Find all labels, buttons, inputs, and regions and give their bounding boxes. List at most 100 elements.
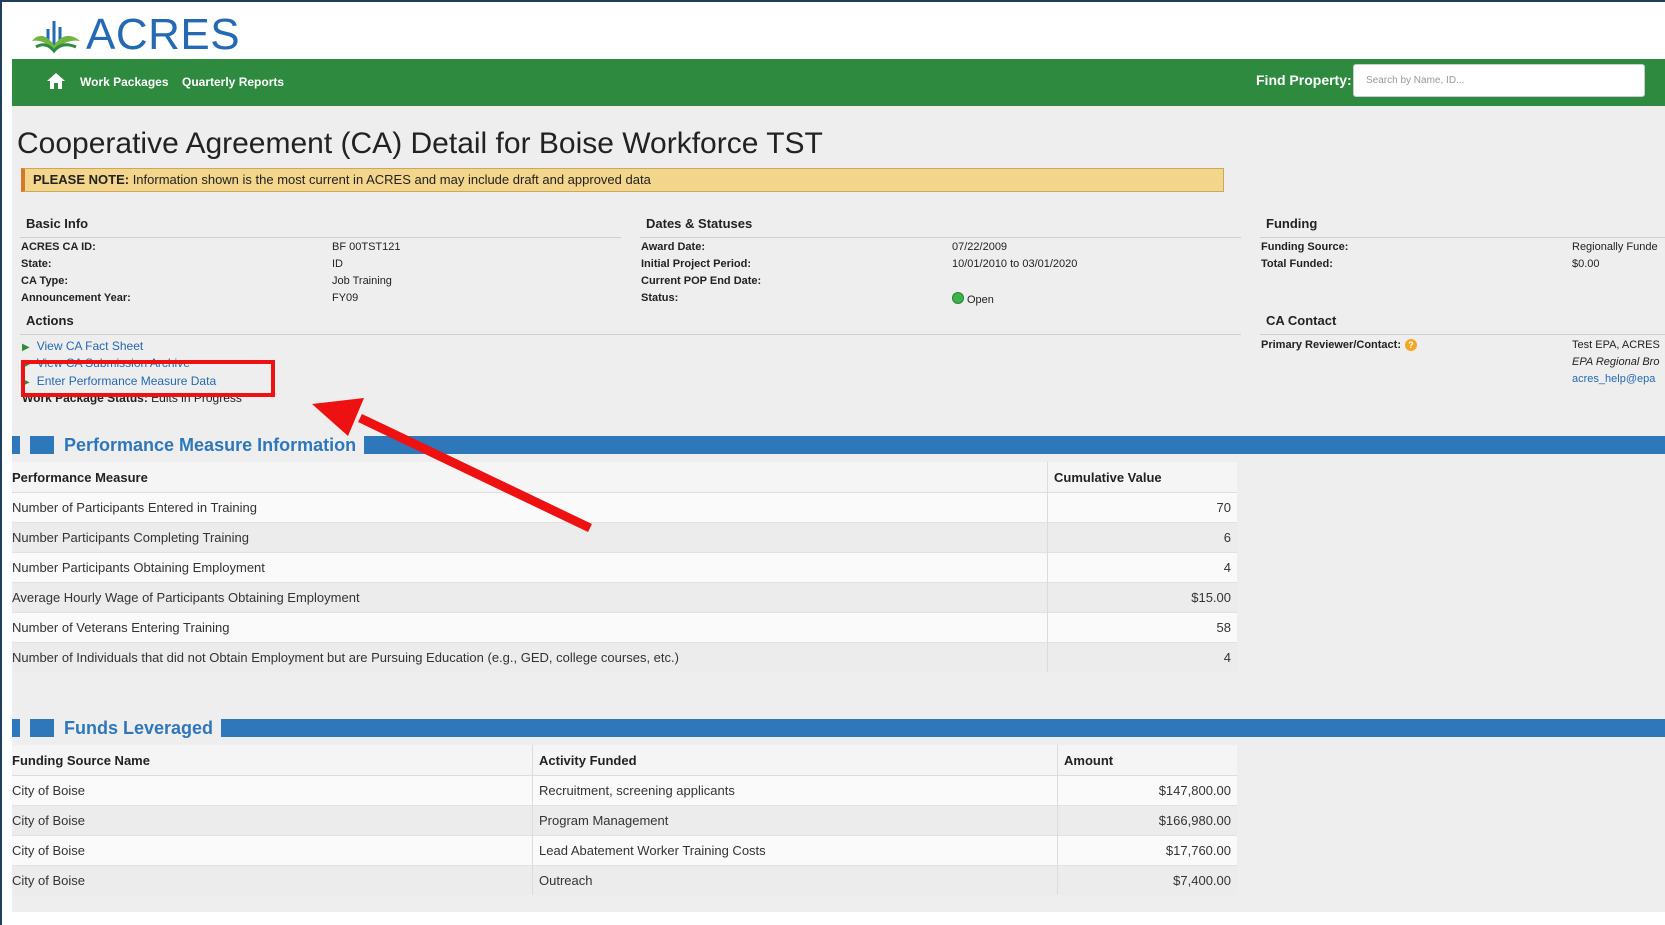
primary-reviewer-label: Primary Reviewer/Contact: <box>1261 339 1401 351</box>
notice-bold: PLEASE NOTE: <box>33 172 130 187</box>
value-status: Open <box>952 292 994 306</box>
basic-info-heading: Basic Info <box>20 216 621 238</box>
contact-name: Test EPA, ACRES <box>1572 339 1660 351</box>
contact-email-link[interactable]: acres_help@epa <box>1572 373 1655 385</box>
col-performance-measure[interactable]: Performance Measure <box>12 462 1048 493</box>
value-ca-type: Job Training <box>332 275 392 287</box>
performance-table-header: Performance Measure Cumulative Value <box>12 462 1237 493</box>
activity-cell: Program Management <box>532 805 1058 836</box>
label-status: Status: <box>641 292 679 304</box>
value-award-date: 07/22/2009 <box>952 241 1008 253</box>
notice-banner: PLEASE NOTE: Information shown is the mo… <box>21 168 1224 192</box>
triangle-bullet-icon: ▶ <box>22 342 30 353</box>
source-cell: City of Boise <box>12 775 533 806</box>
label-announcement-year: Announcement Year: <box>21 292 131 304</box>
table-row: City of Boise Lead Abatement Worker Train… <box>12 835 1237 866</box>
table-row: Average Hourly Wage of Participants Obta… <box>12 582 1237 613</box>
source-cell: City of Boise <box>12 805 533 836</box>
table-row: Number of Veterans Entering Training 58 <box>12 612 1237 643</box>
measure-cell: Number Participants Obtaining Employment <box>12 552 1048 583</box>
table-row: Number of Individuals that did not Obtai… <box>12 642 1237 672</box>
funds-table: Funding Source Name Activity Funded Amou… <box>12 745 1237 895</box>
table-row: City of Boise Outreach $7,400.00 <box>12 865 1237 895</box>
col-activity-funded[interactable]: Activity Funded <box>532 745 1058 776</box>
amount-cell: $17,760.00 <box>1057 835 1237 866</box>
source-cell: City of Boise <box>12 865 533 895</box>
funds-table-header: Funding Source Name Activity Funded Amou… <box>12 745 1237 776</box>
section-square-icon <box>30 436 54 454</box>
activity-cell: Recruitment, screening applicants <box>532 775 1058 806</box>
value-total-funded: $0.00 <box>1572 258 1600 270</box>
value-initial-project-period: 10/01/2010 to 03/01/2020 <box>952 258 1078 270</box>
label-total-funded: Total Funded: <box>1261 258 1333 270</box>
label-award-date: Award Date: <box>641 241 705 253</box>
label-initial-project-period: Initial Project Period: <box>641 258 752 270</box>
contact-org: EPA Regional Bro <box>1572 356 1660 368</box>
measure-cell: Average Hourly Wage of Participants Obta… <box>12 582 1048 613</box>
table-row: City of Boise Recruitment, screening appl… <box>12 775 1237 806</box>
label-primary-reviewer: Primary Reviewer/Contact:? <box>1261 339 1417 351</box>
label-ca-type: CA Type: <box>21 275 69 287</box>
status-open-icon <box>952 292 964 304</box>
funds-section-band <box>12 719 1665 737</box>
home-icon[interactable] <box>46 72 66 90</box>
page: ACRES Work Packages Quarterly Reports Fi… <box>12 2 1665 925</box>
measure-cell: Number of Individuals that did not Obtai… <box>12 642 1048 672</box>
funding-heading: Funding <box>1260 216 1665 238</box>
action-view-ca-fact-sheet[interactable]: ▶ View CA Fact Sheet <box>22 339 143 353</box>
performance-section-title: Performance Measure Information <box>64 434 357 455</box>
page-bottom <box>12 912 1665 925</box>
value-cell: 4 <box>1047 552 1237 583</box>
value-announcement-year: FY09 <box>332 292 359 304</box>
find-property-label: Find Property: <box>1256 72 1352 88</box>
value-cell: 4 <box>1047 642 1237 672</box>
value-cell: $15.00 <box>1047 582 1237 613</box>
action-label: View CA Fact Sheet <box>36 339 144 353</box>
help-icon[interactable]: ? <box>1405 339 1417 351</box>
nav-work-packages[interactable]: Work Packages <box>80 75 169 89</box>
annotation-highlight-box <box>21 360 275 397</box>
notice-text: Information shown is the most current in… <box>129 172 651 187</box>
dates-statuses-heading: Dates & Statuses <box>640 216 1241 238</box>
amount-cell: $7,400.00 <box>1057 865 1237 895</box>
col-amount[interactable]: Amount <box>1057 745 1237 776</box>
value-cell: 58 <box>1047 612 1237 643</box>
find-property-search-input[interactable] <box>1353 64 1645 97</box>
actions-heading: Actions <box>20 313 1241 335</box>
logo-text: ACRES <box>86 10 241 59</box>
top-navbar: Work Packages Quarterly Reports Find Pro… <box>12 59 1665 106</box>
amount-cell: $147,800.00 <box>1057 775 1237 806</box>
main-content: Cooperative Agreement (CA) Detail for Bo… <box>12 106 1665 912</box>
label-current-pop-end-date: Current POP End Date: <box>641 275 762 287</box>
table-row: Number Participants Obtaining Employment… <box>12 552 1237 583</box>
table-row: Number of Participants Entered in Traini… <box>12 492 1237 523</box>
activity-cell: Outreach <box>532 865 1058 895</box>
measure-cell: Number of Veterans Entering Training <box>12 612 1048 643</box>
status-text: Open <box>967 294 994 306</box>
value-state: ID <box>332 258 343 270</box>
performance-section-header: Performance Measure Information <box>20 431 365 459</box>
value-ca-id: BF 00TST121 <box>332 241 401 253</box>
col-cumulative-value[interactable]: Cumulative Value <box>1047 462 1237 493</box>
acres-logo[interactable]: ACRES <box>30 10 240 60</box>
activity-cell: Lead Abatement Worker Training Costs <box>532 835 1058 866</box>
label-funding-source: Funding Source: <box>1261 241 1349 253</box>
funds-section-title: Funds Leveraged <box>64 717 214 738</box>
value-cell: 6 <box>1047 522 1237 553</box>
section-square-icon <box>30 719 54 737</box>
value-funding-source: Regionally Funde <box>1572 241 1658 253</box>
ca-contact-heading: CA Contact <box>1260 313 1665 335</box>
funds-section-header: Funds Leveraged <box>20 714 222 742</box>
value-cell: 70 <box>1047 492 1237 523</box>
source-cell: City of Boise <box>12 835 533 866</box>
performance-table: Performance Measure Cumulative Value Num… <box>12 462 1237 672</box>
label-ca-id: ACRES CA ID: <box>21 241 96 253</box>
page-title: Cooperative Agreement (CA) Detail for Bo… <box>17 127 823 160</box>
col-funding-source-name[interactable]: Funding Source Name <box>12 745 533 776</box>
nav-quarterly-reports[interactable]: Quarterly Reports <box>182 75 284 89</box>
measure-cell: Number of Participants Entered in Traini… <box>12 492 1048 523</box>
app-window: ACRES Work Packages Quarterly Reports Fi… <box>0 0 1665 925</box>
label-state: State: <box>21 258 52 270</box>
measure-cell: Number Participants Completing Training <box>12 522 1048 553</box>
amount-cell: $166,980.00 <box>1057 805 1237 836</box>
